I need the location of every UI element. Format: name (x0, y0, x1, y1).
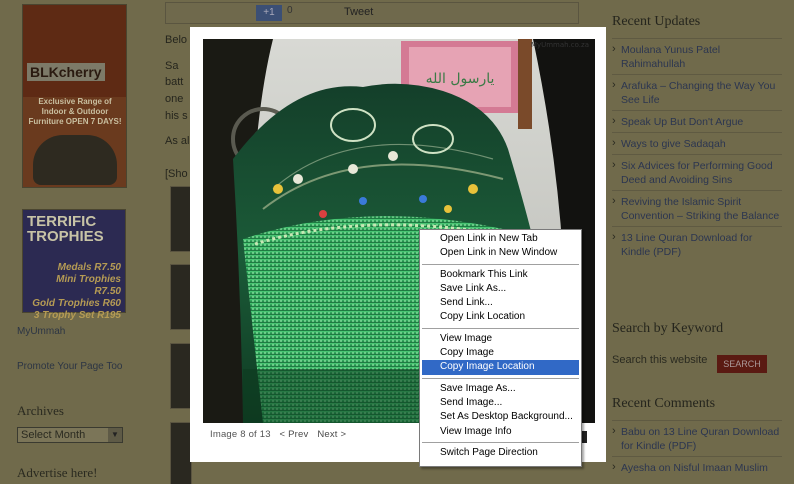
ad-price-line: 3 Trophy Set R195 (33, 310, 121, 321)
advertise-heading: Advertise here! (17, 465, 98, 480)
watermark: MyUmmah.co.za (531, 41, 589, 49)
menu-separator (422, 377, 579, 379)
trophies-ad[interactable]: TERRIFIC TROPHIES Medals R7.50 Mini Trop… (22, 209, 126, 321)
menu-item-copy-image[interactable]: Copy Image (422, 346, 579, 360)
comment-post[interactable]: Nisful Imaan Muslim (673, 462, 768, 474)
menu-item-view-image-info[interactable]: View Image Info (422, 425, 579, 439)
frame-calligraphy: يارسول الله (426, 71, 495, 87)
ad-title: TERRIFIC TROPHIES (27, 214, 104, 244)
list-item[interactable]: Speak Up But Don't Argue (612, 110, 782, 132)
tweet-button[interactable]: Tweet (344, 6, 373, 18)
menu-item-view-image[interactable]: View Image (422, 332, 579, 346)
context-menu: Open Link in New Tab Open Link in New Wi… (419, 229, 582, 467)
recent-comments-heading: Recent Comments (612, 396, 716, 411)
left-sidebar: BLKcherry Exclusive Range of Indoor & Ou… (0, 0, 150, 484)
gallery-thumbnail[interactable] (170, 186, 192, 252)
image-counter: Image 8 of 13 (210, 429, 271, 440)
search-button[interactable]: SEARCH (717, 355, 767, 373)
archives-select-value: Select Month (21, 429, 86, 441)
comment-on: on (648, 426, 661, 438)
list-item[interactable]: 13 Line Quran Download for Kindle (PDF) (612, 226, 782, 262)
body-text: one (165, 93, 184, 105)
menu-separator (422, 263, 579, 265)
body-text: his s (165, 110, 188, 122)
body-text: Belo (165, 34, 188, 46)
blkcherry-ad[interactable]: BLKcherry Exclusive Range of Indoor & Ou… (22, 4, 127, 188)
ad-price-list: Medals R7.50 Mini Trophies R7.50 Gold Tr… (29, 262, 121, 322)
menu-item-copy-link-location[interactable]: Copy Link Location (422, 310, 579, 324)
gallery-thumbnail[interactable] (170, 343, 192, 409)
right-sidebar: Recent Updates Moulana Yunus Patel Rahim… (598, 0, 794, 484)
chevron-down-icon: ▼ (108, 428, 122, 442)
menu-item-save-image-as[interactable]: Save Image As... (422, 382, 579, 396)
body-text: Sa (165, 60, 179, 72)
comment-item: Ayesha on Nisful Imaan Muslim (612, 456, 782, 478)
archives-select[interactable]: Select Month ▼ (17, 427, 123, 443)
prev-link[interactable]: < Prev (280, 429, 309, 440)
menu-item-open-link-new-tab[interactable]: Open Link in New Tab (422, 232, 579, 246)
list-item[interactable]: Reviving the Islamic Spirit Convention –… (612, 190, 782, 226)
comment-item: Babu on 13 Line Quran Download for Kindl… (612, 420, 782, 456)
comment-author[interactable]: Ayesha (621, 462, 656, 474)
body-text: [Sho (165, 168, 188, 180)
google-plus-button[interactable]: +1 (256, 5, 282, 21)
share-bar: +1 0 Tweet (165, 2, 579, 24)
menu-item-open-link-new-window[interactable]: Open Link in New Window (422, 246, 579, 260)
menu-item-bookmark-link[interactable]: Bookmark This Link (422, 268, 579, 282)
plus-count: 0 (287, 5, 293, 16)
recent-comments-list: Babu on 13 Line Quran Download for Kindl… (612, 420, 782, 478)
lightbox-caption: Image 8 of 13 < Prev Next > (210, 429, 352, 440)
list-item[interactable]: Arafuka – Changing the Way You See Life (612, 74, 782, 110)
archives-heading: Archives (17, 403, 64, 418)
menu-separator (422, 441, 579, 443)
ad-price-line: Mini Trophies R7.50 (56, 274, 121, 297)
next-link[interactable]: Next > (317, 429, 346, 440)
menu-item-send-link[interactable]: Send Link... (422, 296, 579, 310)
comment-on: on (658, 462, 671, 474)
gallery-thumbnail[interactable] (170, 264, 192, 330)
menu-item-save-link-as[interactable]: Save Link As... (422, 282, 579, 296)
list-item[interactable]: Ways to give Sadaqah (612, 132, 782, 154)
menu-item-copy-image-location[interactable]: Copy Image Location (422, 360, 579, 375)
promote-page-link[interactable]: Promote Your Page Too (17, 361, 122, 372)
recent-updates-heading: Recent Updates (612, 14, 701, 29)
ad-banner-top (23, 5, 126, 97)
comment-author[interactable]: Babu (621, 426, 646, 438)
menu-item-switch-page-direction[interactable]: Switch Page Direction (422, 446, 579, 460)
menu-item-set-desktop-background[interactable]: Set As Desktop Background... (422, 410, 579, 424)
ad-price-line: Gold Trophies R60 (32, 298, 121, 309)
ad-tagline: Exclusive Range of Indoor & Outdoor Furn… (28, 97, 122, 126)
ad-logo: BLKcherry (27, 63, 105, 81)
recent-updates-list: Moulana Yunus Patel Rahimahullah Arafuka… (612, 38, 782, 262)
furniture-image (33, 135, 117, 185)
menu-item-send-image[interactable]: Send Image... (422, 396, 579, 410)
search-heading: Search by Keyword (612, 321, 724, 336)
ad-title-line2: TROPHIES (27, 228, 104, 245)
list-item[interactable]: Six Advices for Performing Good Deed and… (612, 154, 782, 190)
myummah-link[interactable]: MyUmmah (17, 326, 65, 337)
body-text: batt (165, 76, 184, 88)
list-item[interactable]: Moulana Yunus Patel Rahimahullah (612, 38, 782, 74)
ad-price-line: Medals R7.50 (57, 262, 121, 273)
search-input[interactable]: Search this website (612, 354, 712, 366)
gallery-thumbnail[interactable] (170, 422, 192, 484)
menu-separator (422, 327, 579, 329)
body-text: As al (165, 135, 190, 147)
